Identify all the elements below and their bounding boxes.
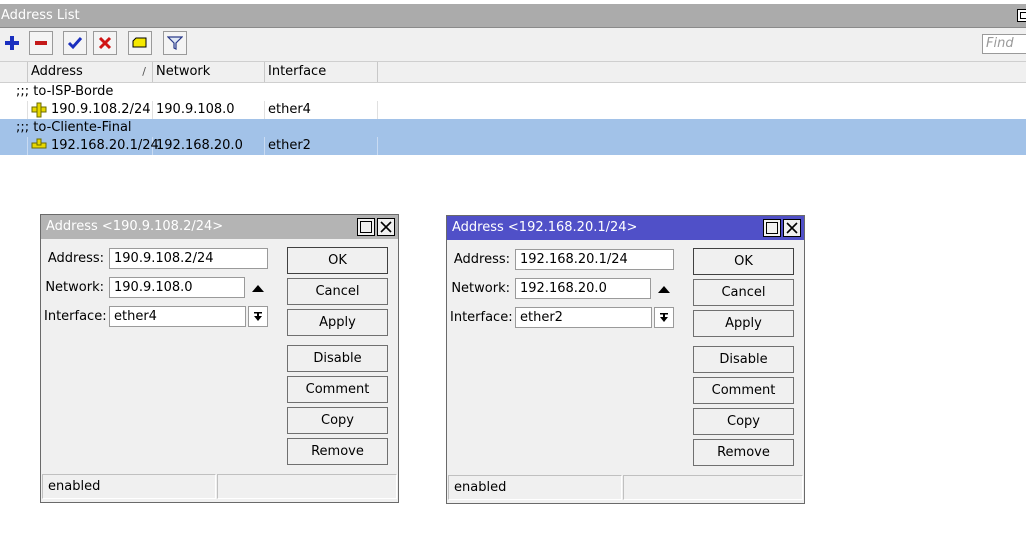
cancel-button[interactable]: Cancel [287,278,388,305]
comment-row[interactable]: ;;; to-ISP-Borde [0,83,1026,101]
dropdown-button[interactable] [654,307,674,328]
address-label: Address: [453,252,510,267]
interface-label: Interface: [450,310,513,325]
maximize-icon[interactable] [763,219,781,237]
interface-label: Interface: [44,309,107,324]
interface-select[interactable]: ether4 [109,306,246,327]
address-label: Address: [47,251,104,266]
filter-icon [167,36,183,50]
network-label: Network: [45,280,104,295]
copy-button[interactable]: Copy [693,408,794,435]
maximize-icon[interactable] [357,218,375,236]
row-icon-cell [0,137,47,155]
network-field[interactable]: 190.9.108.0 [109,277,245,298]
remove-button[interactable] [29,31,53,55]
table-header: Address / Network Interface [0,62,1026,83]
status-text: enabled [42,474,216,499]
cancel-button[interactable]: Cancel [693,279,794,306]
remove-icon [35,41,47,45]
add-button[interactable] [0,31,24,55]
ok-button[interactable]: OK [287,247,388,274]
column-header-network[interactable]: Network [153,62,265,82]
comment-text: ;;; to-ISP-Borde [16,84,114,99]
check-icon [67,37,83,50]
find-input[interactable]: Find [982,34,1026,54]
dropdown-button[interactable] [248,306,268,327]
comment-button[interactable] [128,31,152,55]
address-field[interactable]: 192.168.20.1/24 [515,249,674,270]
x-icon [98,36,112,50]
status-cell-empty [217,474,397,499]
comment-text: ;;; to-Cliente-Final [16,120,132,135]
address-cell: 192.168.20.1/24 [28,137,159,155]
filter-button[interactable] [163,31,187,55]
window-title-bar: Address List [0,4,1026,28]
chevron-down-icon [660,312,668,322]
ok-button[interactable]: OK [693,248,794,275]
dialog-title: Address <190.9.108.2/24> [46,219,224,234]
column-header-label: Network [156,64,211,79]
network-cell: 192.168.20.0 [153,137,265,155]
sort-indicator-icon: / [142,65,146,78]
remove-button[interactable]: Remove [693,439,794,466]
chevron-down-icon [254,311,262,321]
close-icon[interactable] [783,219,801,237]
address-field[interactable]: 190.9.108.2/24 [109,248,268,269]
toolbar: Find [0,28,1026,62]
disable-button[interactable] [93,31,117,55]
interface-cell: ether4 [265,101,378,119]
status-cell-empty [623,475,803,500]
dialog-title: Address <192.168.20.1/24> [452,220,638,235]
comment-button[interactable]: Comment [693,377,794,404]
close-icon[interactable] [377,218,395,236]
collapse-arrow-icon[interactable] [658,286,670,293]
disable-button[interactable]: Disable [287,345,388,372]
status-text: enabled [448,475,622,500]
dialog-title-bar[interactable]: Address <190.9.108.2/24> [41,215,398,239]
row-icon-cell [0,101,47,119]
status-bar: enabled [42,474,397,499]
maximize-icon[interactable] [1017,9,1026,22]
interface-select[interactable]: ether2 [515,307,652,328]
remove-button[interactable]: Remove [287,438,388,465]
comment-row[interactable]: ;;; to-Cliente-Final [0,119,1026,137]
address-cell: 190.9.108.2/24 [28,101,153,119]
network-field[interactable]: 192.168.20.0 [515,278,651,299]
comment-icon [132,37,147,48]
window-title: Address List [1,8,80,23]
column-header-label: Interface [268,64,327,79]
interface-cell: ether2 [265,137,378,155]
comment-button[interactable]: Comment [287,376,388,403]
add-icon [5,36,19,50]
collapse-arrow-icon[interactable] [252,285,264,292]
copy-button[interactable]: Copy [287,407,388,434]
address-dialog-1: Address <190.9.108.2/24> Address: 190.9.… [40,214,399,503]
column-header-icon [0,62,28,82]
table-row-selected[interactable]: 192.168.20.1/24 192.168.20.0 ether2 [0,137,1026,155]
column-header-interface[interactable]: Interface [265,62,378,82]
apply-button[interactable]: Apply [693,310,794,337]
apply-button[interactable]: Apply [287,309,388,336]
enable-button[interactable] [63,31,87,55]
column-header-address[interactable]: Address / [28,62,153,82]
network-cell: 190.9.108.0 [153,101,265,119]
address-dialog-2: Address <192.168.20.1/24> Address: 192.1… [446,215,805,504]
column-header-label: Address [31,64,83,79]
network-label: Network: [451,281,510,296]
table-row[interactable]: 190.9.108.2/24 190.9.108.0 ether4 [0,101,1026,119]
status-bar: enabled [448,475,803,500]
dialog-title-bar[interactable]: Address <192.168.20.1/24> [447,216,804,240]
disable-button[interactable]: Disable [693,346,794,373]
